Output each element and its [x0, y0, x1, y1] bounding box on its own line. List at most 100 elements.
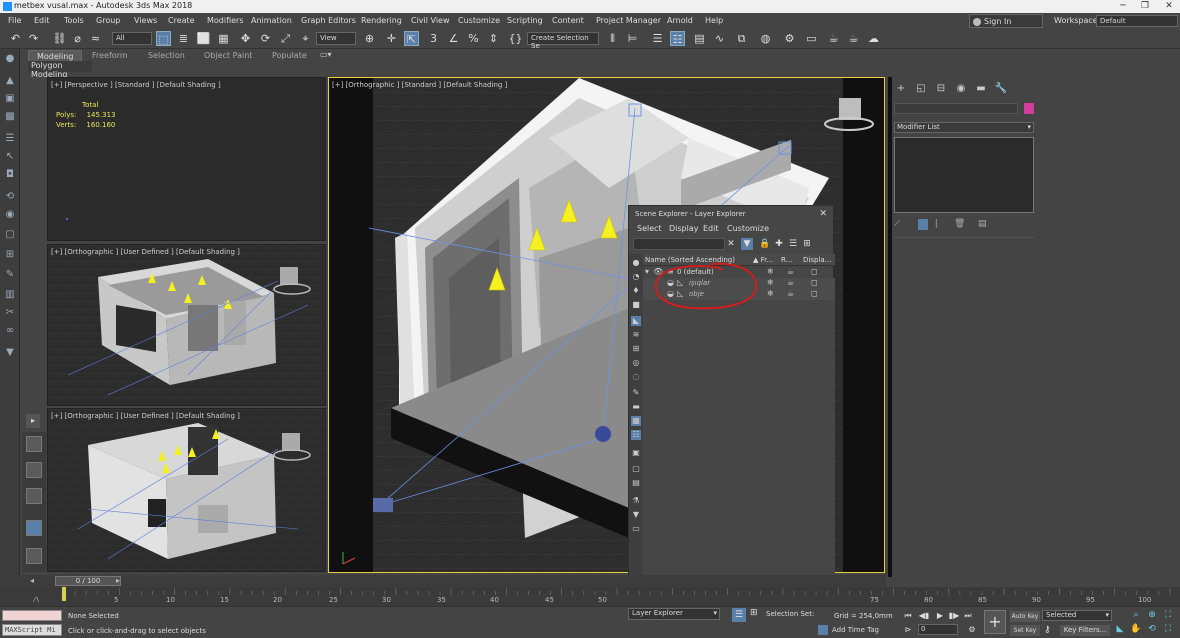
- menu-project-manager[interactable]: Project Manager: [596, 16, 661, 25]
- lock-icon[interactable]: 🔒: [759, 238, 771, 250]
- layer-stack-icon[interactable]: ☰: [787, 238, 799, 250]
- column-display[interactable]: Displa...: [803, 256, 831, 264]
- se-menu-display[interactable]: Display: [669, 224, 699, 233]
- display-frozen-icon[interactable]: ▢: [631, 464, 641, 474]
- object-color-swatch[interactable]: [1024, 103, 1034, 114]
- menu-views[interactable]: Views: [134, 16, 157, 25]
- display-hidden-icon[interactable]: ▤: [631, 478, 641, 488]
- key-mode-icon[interactable]: ⊳: [902, 624, 914, 635]
- viewport-label[interactable]: [+] [Orthographic ] [Standard ] [Default…: [332, 81, 507, 89]
- schematic-view-icon[interactable]: ⧉: [734, 31, 749, 46]
- face-select-icon[interactable]: ▩: [4, 111, 16, 123]
- prev-frame-icon[interactable]: ◂: [30, 576, 42, 586]
- display-panel-icon[interactable]: ▬: [974, 83, 988, 95]
- display-bones-icon[interactable]: ◌: [631, 372, 641, 382]
- previous-frame-icon[interactable]: ◀▮: [918, 610, 930, 621]
- menu-arnold[interactable]: Arnold: [667, 16, 693, 25]
- menu-scripting[interactable]: Scripting: [507, 16, 543, 25]
- add-time-tag-button[interactable]: Add Time Tag: [832, 626, 879, 634]
- layer-explorer-select[interactable]: Layer Explorer ▾: [628, 608, 720, 620]
- configure-modifier-sets-icon[interactable]: ▤: [978, 219, 987, 229]
- render-icon[interactable]: ☕: [787, 267, 794, 276]
- menu-file[interactable]: File: [8, 16, 21, 25]
- key-selection-select[interactable]: Selected ▾: [1042, 610, 1112, 621]
- current-frame-input[interactable]: 0: [918, 624, 958, 635]
- ribbon-tab-populate[interactable]: Populate: [264, 50, 315, 61]
- display-helpers-icon[interactable]: ◣: [631, 316, 641, 326]
- named-selection-input[interactable]: Create Selection Se: [527, 32, 599, 50]
- menu-content[interactable]: Content: [552, 16, 584, 25]
- object-name-field[interactable]: [894, 103, 1018, 114]
- zoom-extents-icon[interactable]: ⛶: [1162, 610, 1174, 621]
- render-icon[interactable]: ☕: [787, 289, 794, 298]
- bind-spacewarp-icon[interactable]: ≈: [88, 31, 103, 46]
- region-select-icon[interactable]: ⬜: [196, 31, 211, 46]
- display-children-icon[interactable]: ☷: [631, 430, 641, 440]
- menu-tools[interactable]: Tools: [64, 16, 84, 25]
- render-in-cloud-icon[interactable]: ☁: [866, 31, 881, 46]
- redo-icon[interactable]: ↷: [26, 31, 41, 46]
- remove-modifier-icon[interactable]: 🗑: [954, 219, 965, 229]
- curve-editor-icon[interactable]: ∿: [712, 31, 727, 46]
- align-icon[interactable]: ⊨: [625, 31, 640, 46]
- set-key-big-button[interactable]: +: [984, 610, 1006, 634]
- box-icon[interactable]: ▢: [4, 229, 16, 241]
- create-panel-icon[interactable]: +: [894, 83, 908, 95]
- close-button[interactable]: ✕: [1158, 0, 1180, 13]
- time-slider[interactable]: ◂ 0 / 100 ▸: [0, 575, 886, 587]
- hierarchy-panel-icon[interactable]: ⊟: [934, 83, 948, 95]
- pan-icon[interactable]: ✋: [1130, 624, 1142, 635]
- move-icon[interactable]: ✥: [238, 31, 253, 46]
- go-to-end-icon[interactable]: ⏭: [962, 610, 974, 621]
- spinner-snap-icon[interactable]: ⇕: [486, 31, 501, 46]
- display-influences-icon[interactable]: ▣: [631, 448, 641, 458]
- viewport-label[interactable]: [+] [Orthographic ] [User Defined ] [Def…: [51, 412, 240, 420]
- viewcube-icon[interactable]: [282, 433, 300, 451]
- new-layer-icon[interactable]: ✚: [773, 238, 785, 250]
- auto-key-button[interactable]: Auto Key: [1010, 611, 1040, 622]
- cylinder-icon[interactable]: ◘: [4, 169, 16, 181]
- filter-sidebar-icon[interactable]: ▼: [631, 510, 641, 520]
- display-icon[interactable]: ◻: [811, 278, 818, 287]
- viewcube-icon[interactable]: [280, 267, 298, 285]
- pin-stack-icon[interactable]: ⟋: [894, 219, 900, 229]
- menu-edit[interactable]: Edit: [34, 16, 50, 25]
- rendered-frame-window-icon[interactable]: ▭: [804, 31, 819, 46]
- menu-animation[interactable]: Animation: [251, 16, 292, 25]
- play-icon[interactable]: ▶: [934, 610, 946, 621]
- next-frame-icon[interactable]: ▸: [116, 576, 128, 586]
- layout-button-4[interactable]: [26, 520, 42, 536]
- layer-hierarchy-icon[interactable]: ⊞: [750, 608, 758, 618]
- freeze-icon[interactable]: ❄: [767, 267, 774, 276]
- display-xrefs-icon[interactable]: ◎: [631, 358, 641, 368]
- modifier-stack[interactable]: [894, 137, 1034, 213]
- rotate-strip-icon[interactable]: ⟲: [4, 191, 16, 203]
- align-strip-icon[interactable]: ⊞: [4, 249, 16, 261]
- se-empty-area[interactable]: [643, 300, 835, 580]
- material-editor-icon[interactable]: ◍: [758, 31, 773, 46]
- ribbon-options-icon[interactable]: ▭▾: [320, 50, 332, 59]
- select-manipulate-icon[interactable]: ✛: [384, 31, 399, 46]
- percent-snap-icon[interactable]: %: [466, 31, 481, 46]
- maxscript-output[interactable]: [2, 610, 62, 621]
- expand-icon[interactable]: ▾: [645, 267, 649, 276]
- sphere-icon[interactable]: ◉: [4, 209, 16, 221]
- key-filters-button[interactable]: Key Filters...: [1060, 625, 1110, 636]
- clear-search-icon[interactable]: ✕: [725, 238, 737, 250]
- time-config-icon[interactable]: ⚙: [966, 624, 978, 635]
- ribbon-tab-selection[interactable]: Selection: [140, 50, 193, 61]
- display-none-icon[interactable]: ▬: [631, 402, 641, 412]
- modify-panel-icon[interactable]: ◱: [914, 83, 928, 95]
- timeline-track[interactable]: ⁄∖ 5 10 15 20 25 30 35 40 45 50 75 80 85…: [0, 587, 1180, 606]
- field-of-view-icon[interactable]: ◣: [1114, 624, 1126, 635]
- graph-icon[interactable]: ▥: [4, 289, 16, 301]
- orthographic-viewport-top[interactable]: [+] [Orthographic ] [User Defined ] [Def…: [47, 244, 326, 406]
- display-groups-icon[interactable]: ⊞: [631, 344, 641, 354]
- unlink-icon[interactable]: ⌀: [70, 31, 85, 46]
- find-icon[interactable]: ▭: [631, 524, 641, 534]
- se-menu-customize[interactable]: Customize: [727, 224, 769, 233]
- menu-modifiers[interactable]: Modifiers: [207, 16, 244, 25]
- scene-explorer-icon[interactable]: ☰: [650, 31, 665, 46]
- se-search-input[interactable]: [633, 238, 725, 250]
- layout-button-1[interactable]: [26, 436, 42, 452]
